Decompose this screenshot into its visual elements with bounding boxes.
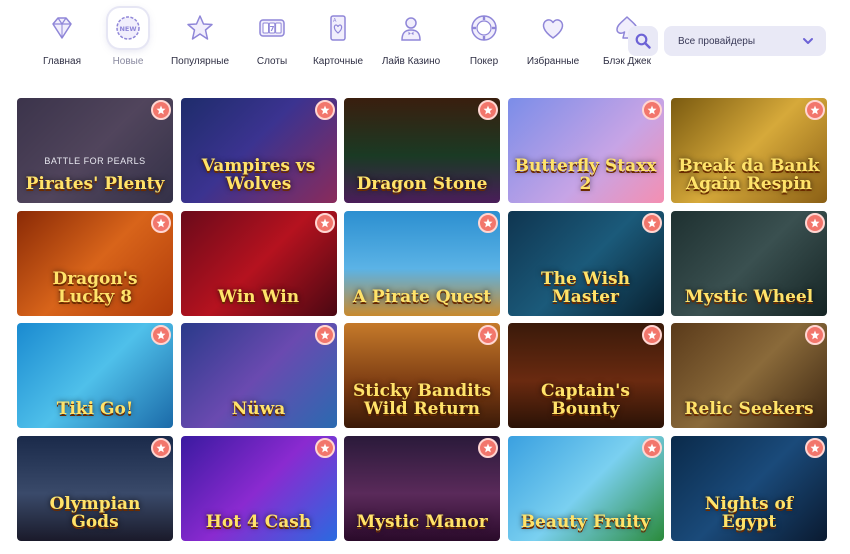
- game-tile[interactable]: Dragon's Lucky 8: [17, 210, 173, 316]
- game-title: Mystic Manor: [356, 511, 488, 532]
- game-tile[interactable]: Nights of Egypt: [671, 435, 827, 541]
- game-title: Hot 4 Cash: [205, 511, 312, 532]
- nav-item-5[interactable]: A Карточные: [306, 8, 370, 67]
- new-badge-icon: [641, 212, 662, 233]
- game-title: The Wish Master: [541, 268, 630, 307]
- nav-item-4[interactable]: 7 Слоты: [240, 8, 304, 67]
- game-title: Dragon's Lucky 8: [52, 268, 138, 307]
- new-badge-icon: [314, 212, 335, 233]
- nav-item-label: Блэк Джек: [603, 56, 651, 67]
- nav-item-label: Карточные: [312, 56, 364, 67]
- game-tile[interactable]: Dragon Stone: [344, 98, 500, 203]
- nav-item-label: Избранные: [526, 56, 580, 67]
- nav-item-3[interactable]: Популярные: [162, 8, 238, 67]
- game-tile[interactable]: Tiki Go!: [17, 323, 173, 428]
- game-title: Dragon Stone: [356, 174, 488, 194]
- search-button[interactable]: [628, 26, 658, 56]
- game-tile[interactable]: Mystic Wheel: [671, 210, 827, 316]
- svg-text:NEW: NEW: [119, 25, 136, 33]
- game-title: Break da Bank Again Respin: [678, 156, 820, 194]
- game-tile[interactable]: Pirates' Plenty BATTLE FOR PEARLS: [17, 98, 173, 203]
- nav-item-label: Новые: [112, 56, 144, 67]
- new-badge-icon: [478, 100, 498, 120]
- new-badge-icon: [151, 325, 171, 345]
- svg-text:7: 7: [270, 25, 275, 33]
- new-badge-icon: [805, 325, 825, 345]
- game-title: Nights of Egypt: [704, 493, 794, 532]
- new-badge-icon: [478, 437, 498, 458]
- game-title: Pirates' Plenty: [25, 174, 165, 194]
- poker-chip-icon: [464, 8, 504, 48]
- new-badge-icon: NEW: [108, 8, 148, 48]
- top-navigation-bar: Главная NEW Новые Популярные 7 Слоты A Карточны…: [0, 0, 850, 84]
- new-badge-icon: [641, 437, 662, 458]
- game-title: Butterfly Staxx 2: [514, 156, 657, 194]
- game-tile[interactable]: Sticky Bandits Wild Return: [344, 323, 500, 428]
- nav-item-7[interactable]: Покер: [452, 8, 516, 67]
- game-title: Relic Seekers: [684, 399, 814, 419]
- game-title: Beauty Fruity: [520, 511, 651, 532]
- game-tile[interactable]: Beauty Fruity: [507, 435, 664, 541]
- game-tile[interactable]: A Pirate Quest: [344, 210, 500, 316]
- search-icon: [635, 33, 651, 49]
- new-badge-icon: [805, 212, 825, 233]
- playing-card-icon: A: [318, 8, 358, 48]
- nav-item-label: Главная: [42, 56, 82, 67]
- new-badge-icon: [314, 437, 335, 458]
- nav-item-label: Популярные: [170, 56, 230, 67]
- game-title: Win Win: [217, 286, 300, 307]
- new-badge-icon: [805, 100, 825, 120]
- diamond-icon: [42, 8, 82, 48]
- game-tile[interactable]: Vampires vs Wolves: [180, 98, 337, 203]
- nav-item-1[interactable]: Главная: [30, 8, 94, 67]
- new-badge-icon: [805, 437, 825, 458]
- game-title: Olympian Gods: [49, 493, 141, 532]
- new-badge-icon: [314, 325, 335, 345]
- nav-item-label: Слоты: [256, 56, 288, 67]
- provider-select[interactable]: Все провайдеры: [664, 26, 826, 56]
- game-title: Tiki Go!: [56, 399, 134, 419]
- new-badge-icon: [641, 325, 662, 345]
- game-tile[interactable]: Nüwa: [180, 323, 337, 428]
- new-badge-icon: [478, 212, 498, 233]
- game-title: Sticky Bandits Wild Return: [352, 381, 492, 419]
- nav-item-label: Лайв Казино: [381, 56, 441, 67]
- slot-machine-icon: 7: [252, 8, 292, 48]
- svg-text:A: A: [333, 18, 337, 24]
- nav-item-label: Покер: [469, 56, 499, 67]
- game-tile[interactable]: Butterfly Staxx 2: [507, 98, 664, 203]
- game-tile[interactable]: Break da Bank Again Respin: [671, 98, 827, 203]
- game-tile[interactable]: The Wish Master: [507, 210, 664, 316]
- game-title: Vampires vs Wolves: [201, 156, 316, 194]
- new-badge-icon: [641, 100, 662, 120]
- category-nav: Главная NEW Новые Популярные 7 Слоты A Карточны…: [30, 8, 666, 67]
- game-title: A Pirate Quest: [352, 286, 492, 307]
- game-title: Captain's Bounty: [541, 381, 630, 419]
- game-tile[interactable]: Win Win: [180, 210, 337, 316]
- heart-icon: [533, 8, 573, 48]
- game-grid: Pirates' Plenty BATTLE FOR PEARLS Vampires…: [17, 98, 827, 541]
- dealer-icon: [391, 8, 431, 48]
- game-subtitle: BATTLE FOR PEARLS: [44, 156, 146, 166]
- game-title: Nüwa: [231, 399, 286, 419]
- star-icon: [180, 8, 220, 48]
- new-badge-icon: [151, 437, 171, 458]
- nav-item-2[interactable]: NEW Новые: [96, 8, 160, 67]
- chevron-down-icon: [803, 38, 813, 44]
- game-tile[interactable]: Relic Seekers: [671, 323, 827, 428]
- new-badge-icon: [151, 212, 171, 233]
- provider-select-value: Все провайдеры: [678, 35, 756, 47]
- game-title: Mystic Wheel: [684, 286, 814, 307]
- nav-item-8[interactable]: Избранные: [518, 8, 588, 67]
- new-badge-icon: [151, 100, 171, 120]
- game-tile[interactable]: Mystic Manor: [344, 435, 500, 541]
- new-badge-icon: [478, 325, 498, 345]
- nav-item-6[interactable]: Лайв Казино: [372, 8, 450, 67]
- game-tile[interactable]: Captain's Bounty: [507, 323, 664, 428]
- new-badge-icon: [314, 100, 335, 120]
- game-tile[interactable]: Hot 4 Cash: [180, 435, 337, 541]
- game-tile[interactable]: Olympian Gods: [17, 435, 173, 541]
